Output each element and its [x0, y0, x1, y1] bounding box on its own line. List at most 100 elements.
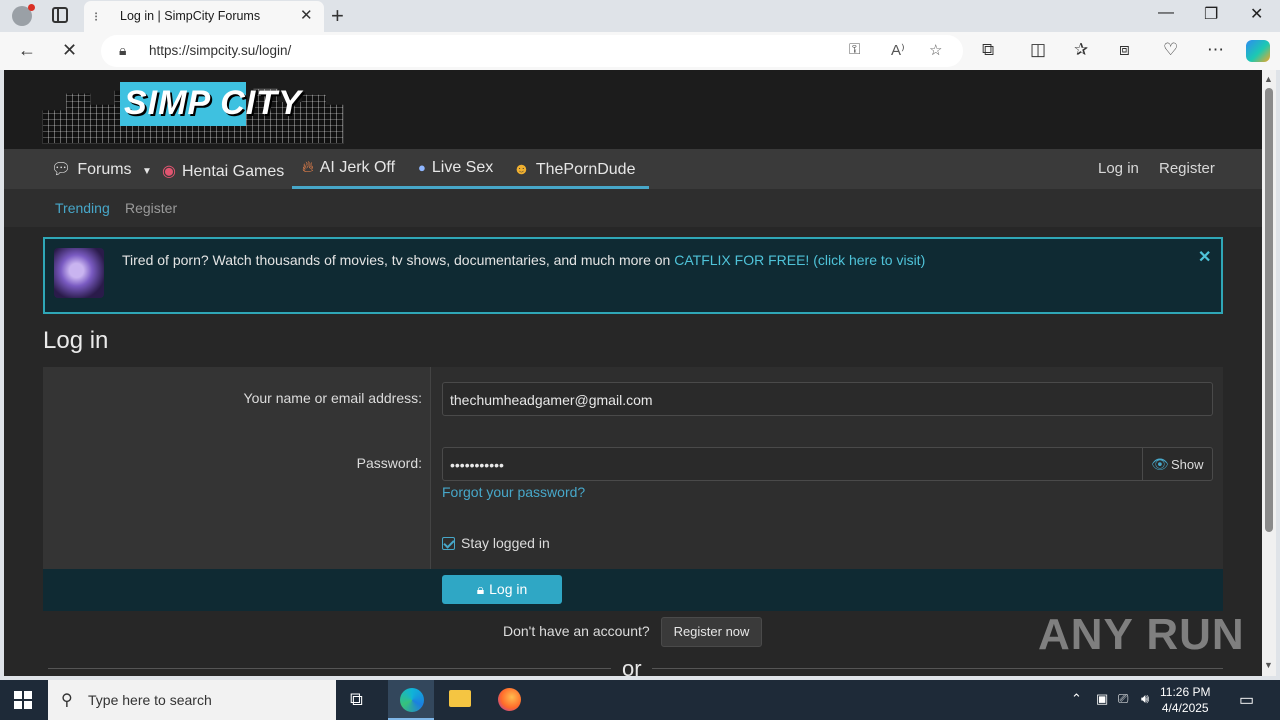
nav-the-porn-dude[interactable]: ☻ ThePornDude	[513, 161, 635, 179]
show-password-label: Show	[1171, 457, 1204, 472]
name-email-input[interactable]: thechumheadgamer@gmail.com	[442, 382, 1213, 416]
stay-logged-in-checkbox[interactable]: Stay logged in	[442, 535, 550, 551]
tab-title: Log in | SimpCity Forums	[120, 9, 261, 23]
lock-icon: 🔒︎	[476, 581, 485, 597]
scroll-up-icon[interactable]: ▲	[1264, 74, 1273, 84]
edge-browser-icon[interactable]	[400, 688, 424, 712]
scrollbar-thumb[interactable]	[1265, 88, 1273, 532]
new-tab-icon[interactable]: +	[331, 3, 344, 29]
tab-actions-icon[interactable]	[52, 7, 68, 23]
site-header: SIMP CITY	[4, 70, 1262, 149]
url-text[interactable]: https://simpcity.su/login/	[149, 43, 291, 58]
ai-jerk-off-icon: 🔥︎	[302, 159, 314, 176]
site-logo[interactable]: SIMP CITY	[42, 80, 344, 144]
close-window-icon[interactable]: ✕	[1250, 4, 1263, 24]
scroll-down-icon[interactable]: ▼	[1264, 660, 1273, 670]
password-key-icon[interactable]: ⚿	[849, 41, 860, 58]
file-explorer-icon[interactable]	[449, 690, 471, 707]
clock-time: 11:26 PM	[1160, 685, 1211, 699]
lock-icon[interactable]: 🔒︎	[119, 42, 126, 59]
browser-tab[interactable]: ⁝ Log in | SimpCity Forums ✕	[84, 1, 324, 32]
password-value[interactable]: •••••••••••	[450, 457, 504, 473]
favorite-star-icon[interactable]: ☆	[929, 41, 942, 59]
or-divider-text: or	[622, 656, 642, 676]
eye-icon: 👁︎	[1151, 456, 1169, 472]
windows-start-icon[interactable]	[14, 691, 32, 709]
notice-banner: Tired of porn? Watch thousands of movies…	[43, 237, 1223, 314]
main-nav: 💬︎ Forums ▼ ◉ Hentai Games 🔥︎ AI Jerk Off ●…	[4, 149, 1262, 189]
notice-message: Tired of porn? Watch thousands of movies…	[122, 252, 925, 268]
logo-text: SIMP CITY	[124, 84, 302, 122]
dismiss-notice-icon[interactable]: ✕	[1198, 247, 1211, 267]
notice-link[interactable]: CATFLIX FOR FREE! (click here to visit)	[674, 252, 925, 268]
browser-essentials-icon[interactable]: ♡	[1163, 40, 1178, 60]
divider-right	[652, 668, 1223, 669]
nav-forums[interactable]: 💬︎ Forums ▼	[51, 159, 152, 179]
address-toolbar: ← ✕ 🔒︎ https://simpcity.su/login/ ⚿ A⁾ ☆…	[0, 32, 1280, 70]
no-account-text: Don't have an account?	[503, 623, 650, 639]
login-button-label: Log in	[489, 581, 528, 597]
back-icon[interactable]: ←	[18, 40, 36, 61]
nav-ai-jerk-off-label: AI Jerk Off	[319, 159, 396, 176]
clock-date: 4/4/2025	[1161, 701, 1209, 715]
search-icon: ⚲	[61, 692, 73, 709]
sub-nav: Trending Register	[4, 189, 1262, 227]
password-field-label: Password:	[356, 455, 422, 471]
login-button[interactable]: 🔒︎ Log in	[442, 575, 562, 604]
firefox-icon[interactable]	[498, 688, 521, 711]
notifications-icon[interactable]: ▭	[1239, 690, 1254, 710]
page-title: Log in	[43, 327, 109, 354]
read-aloud-icon[interactable]: A⁾	[891, 41, 905, 59]
name-field-label: Your name or email address:	[243, 390, 422, 406]
taskbar-search[interactable]: ⚲ Type here to search	[48, 680, 336, 720]
nav-the-porn-dude-label: ThePornDude	[535, 161, 636, 178]
extensions-icon[interactable]: ⧉	[982, 40, 994, 60]
volume-icon[interactable]: 🔊︎	[1141, 691, 1149, 707]
nav-hentai-games[interactable]: ◉ Hentai Games	[162, 161, 284, 181]
loading-spinner-icon: ⁝	[94, 9, 99, 24]
restore-icon[interactable]: ❐	[1204, 4, 1218, 24]
password-input[interactable]: ••••••••••• 👁︎ Show	[442, 447, 1213, 481]
anyrun-watermark: ANY RUN	[1038, 610, 1245, 659]
taskbar-search-placeholder[interactable]: Type here to search	[88, 692, 212, 708]
nav-live-sex[interactable]: ● Live Sex	[418, 159, 493, 177]
checkbox-checked-icon[interactable]	[442, 537, 455, 550]
stop-loading-icon[interactable]: ✕	[62, 40, 77, 61]
network-icon[interactable]: ⎚	[1118, 691, 1128, 707]
chevron-down-icon[interactable]: ▼	[142, 166, 152, 177]
name-email-value[interactable]: thechumheadgamer@gmail.com	[450, 392, 653, 408]
live-sex-icon: ●	[418, 160, 426, 175]
page-viewport: SIMP CITY 💬︎ Forums ▼ ◉ Hentai Games 🔥︎ AI …	[4, 70, 1262, 676]
task-view-icon[interactable]: ⧉	[350, 689, 363, 710]
form-submit-row: 🔒︎ Log in	[43, 569, 1223, 611]
close-tab-icon[interactable]: ✕	[300, 6, 313, 24]
more-menu-icon[interactable]: ⋯	[1207, 40, 1224, 60]
show-password-button[interactable]: 👁︎ Show	[1142, 448, 1212, 480]
favorites-icon[interactable]: ✰	[1074, 40, 1088, 60]
taskbar-clock[interactable]: 11:26 PM 4/4/2025	[1160, 684, 1210, 716]
split-screen-icon[interactable]: ◫	[1030, 40, 1046, 60]
minimize-icon[interactable]: —	[1158, 4, 1174, 22]
copilot-icon[interactable]	[1246, 40, 1270, 62]
register-now-button[interactable]: Register now	[661, 617, 762, 647]
notification-dot-icon	[28, 4, 35, 11]
nav-register[interactable]: Register	[1159, 160, 1215, 177]
show-hidden-icons-icon[interactable]: ⌃	[1071, 691, 1082, 707]
notice-thumbnail	[54, 248, 104, 298]
page-scrollbar[interactable]: ▲ ▼	[1262, 70, 1276, 676]
nav-login[interactable]: Log in	[1098, 160, 1139, 177]
collections-icon[interactable]: ⧈	[1119, 40, 1130, 60]
subnav-register[interactable]: Register	[125, 200, 177, 216]
stay-logged-in-label: Stay logged in	[461, 535, 550, 551]
address-bar[interactable]: 🔒︎ https://simpcity.su/login/ ⚿ A⁾ ☆	[101, 35, 963, 67]
nav-live-sex-label: Live Sex	[431, 159, 494, 176]
subnav-trending[interactable]: Trending	[55, 200, 110, 216]
windows-taskbar: ⚲ Type here to search ⧉ ⌃ ▣ ⎚ 🔊︎ 11:26 P…	[0, 680, 1280, 720]
notice-text: Tired of porn? Watch thousands of movies…	[122, 252, 675, 268]
login-form: Your name or email address: thechumheadg…	[43, 367, 1223, 611]
forgot-password-link[interactable]: Forgot your password?	[442, 484, 585, 500]
nav-ai-jerk-off[interactable]: 🔥︎ AI Jerk Off	[302, 159, 395, 177]
forums-icon: 💬︎	[51, 161, 72, 178]
device-icon[interactable]: ▣	[1096, 691, 1108, 707]
nav-forums-label: Forums	[77, 161, 132, 178]
